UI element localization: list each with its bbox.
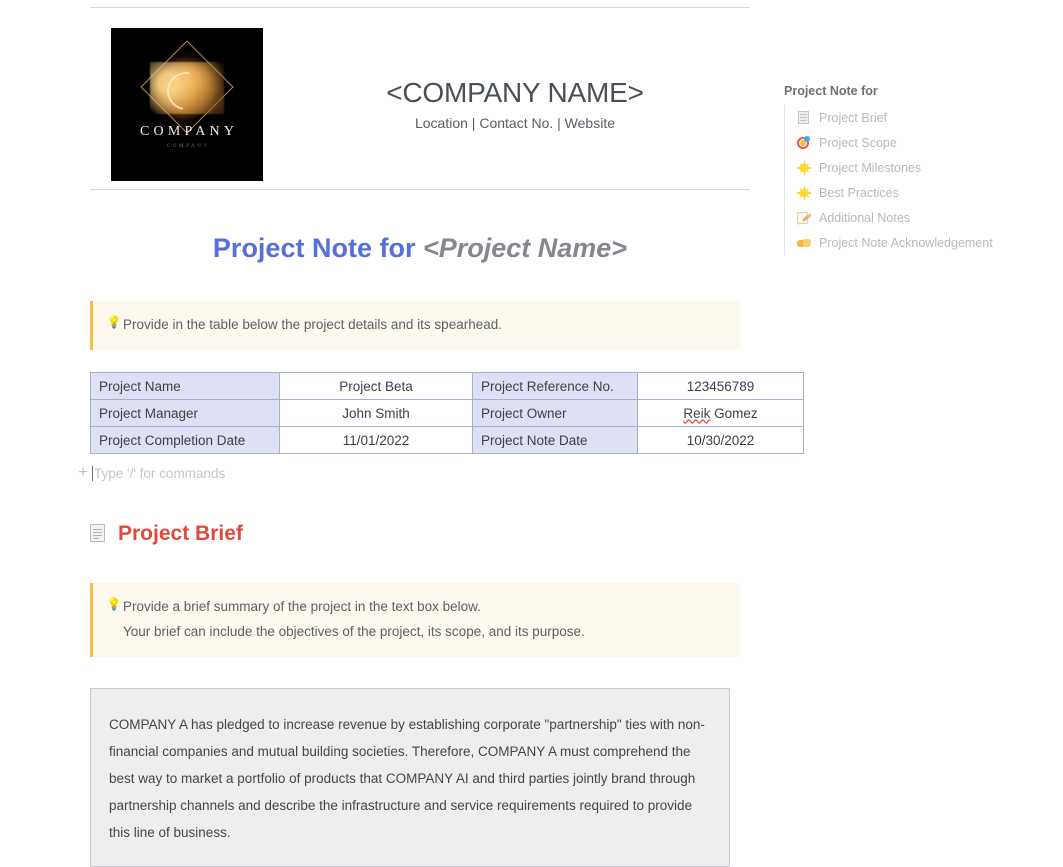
cell-value-project-note-date[interactable]: 10/30/2022 — [637, 426, 804, 455]
callout-top-line-1: Provide in the table below the project d… — [123, 317, 502, 333]
cell-label-project-note-date[interactable]: Project Note Date — [472, 426, 638, 455]
sparkle-icon — [797, 185, 811, 200]
toc-item-label: Best Practices — [819, 185, 899, 200]
instruction-callout-section: 💡 Provide a brief summary of the project… — [90, 583, 740, 658]
toc-item-project-note-acknowledgement[interactable]: Project Note Acknowledgement — [785, 230, 1044, 255]
header-divider — [90, 189, 750, 190]
owner-surname: Gomez — [710, 405, 758, 421]
lightbulb-icon: 💡 — [106, 597, 122, 612]
target-icon — [797, 135, 811, 150]
cell-value-project-name[interactable]: Project Beta — [279, 372, 473, 401]
cell-value-project-completion-date[interactable]: 11/01/2022 — [279, 426, 473, 455]
project-details-table-wrap: Project Name Project Beta Project Refere… — [90, 372, 804, 455]
page-title: Project Note for <Project Name> — [90, 232, 750, 264]
project-brief-textbox[interactable]: COMPANY A has pledged to increase revenu… — [90, 688, 730, 867]
text-caret — [92, 465, 93, 481]
toc-item-project-milestones[interactable]: Project Milestones — [785, 155, 1044, 180]
cell-value-project-owner[interactable]: Reik Gomez — [637, 399, 804, 428]
instruction-callout-top: 💡 Provide in the table below the project… — [90, 301, 740, 351]
page-title-placeholder: <Project Name> — [422, 233, 628, 263]
toc-list: Project Brief Project Scope Project Mile… — [784, 105, 1044, 255]
cell-label-project-reference-no[interactable]: Project Reference No. — [472, 372, 638, 401]
toc-item-label: Project Milestones — [819, 160, 922, 175]
document-body: COMPANY COMPANY <COMPANY NAME> Location … — [78, 0, 804, 867]
toc-item-additional-notes[interactable]: Additional Notes — [785, 205, 1044, 230]
toc-item-label: Project Scope — [819, 135, 897, 150]
cell-label-project-completion-date[interactable]: Project Completion Date — [90, 426, 280, 455]
table-row: Project Name Project Beta Project Refere… — [90, 372, 804, 401]
toc-title: Project Note for — [784, 84, 878, 98]
company-logo: COMPANY COMPANY — [111, 28, 263, 181]
cell-label-project-manager[interactable]: Project Manager — [90, 399, 280, 428]
cell-value-project-reference-no[interactable]: 123456789 — [637, 372, 804, 401]
company-block: <COMPANY NAME> Location | Contact No. | … — [280, 77, 750, 131]
toc-item-best-practices[interactable]: Best Practices — [785, 180, 1044, 205]
lightbulb-icon: 💡 — [106, 315, 122, 330]
command-placeholder[interactable]: Type '/' for commands — [94, 466, 225, 481]
letterhead: COMPANY COMPANY <COMPANY NAME> Location … — [90, 8, 750, 189]
toc-item-label: Additional Notes — [819, 210, 911, 225]
sparkle-icon — [797, 160, 811, 175]
toc-item-project-brief[interactable]: Project Brief — [785, 105, 1044, 130]
table-row: Project Manager John Smith Project Owner… — [90, 399, 804, 428]
misspelled-word: Reik — [683, 405, 711, 421]
page-title-prefix: Project Note for — [212, 233, 423, 263]
company-contact-line: Location | Contact No. | Website — [414, 114, 615, 131]
cell-label-project-name[interactable]: Project Name — [90, 372, 280, 401]
document-page: COMPANY COMPANY <COMPANY NAME> Location … — [0, 0, 1063, 867]
handshake-icon — [797, 236, 811, 250]
document-icon — [90, 524, 107, 544]
table-row: Project Completion Date 11/01/2022 Proje… — [90, 426, 804, 455]
cell-value-project-manager[interactable]: John Smith — [279, 399, 473, 428]
memo-icon — [796, 211, 812, 225]
table-of-contents: Project Note for Project Brief Project S… — [784, 84, 1044, 255]
toc-item-project-scope[interactable]: Project Scope — [785, 130, 1044, 155]
cell-label-project-owner[interactable]: Project Owner — [472, 399, 638, 428]
callout-section-line-1: Provide a brief summary of the project i… — [123, 599, 481, 615]
page-icon — [797, 110, 811, 125]
section-title: Project Brief — [118, 522, 243, 546]
add-block-icon[interactable]: + — [74, 465, 92, 481]
project-details-table: Project Name Project Beta Project Refere… — [90, 372, 804, 455]
toc-item-label: Project Note Acknowledgement — [819, 235, 993, 250]
callout-section-line-2: Your brief can include the objectives of… — [123, 624, 585, 640]
command-line[interactable]: + Type '/' for commands — [78, 462, 750, 484]
logo-brand-name: COMPANY — [140, 124, 239, 139]
section-heading-project-brief: Project Brief — [90, 522, 750, 546]
project-brief-body[interactable]: COMPANY A has pledged to increase revenu… — [109, 711, 711, 846]
logo-tagline: COMPANY — [166, 144, 210, 149]
toc-item-label: Project Brief — [819, 110, 888, 125]
company-name: <COMPANY NAME> — [386, 77, 644, 108]
